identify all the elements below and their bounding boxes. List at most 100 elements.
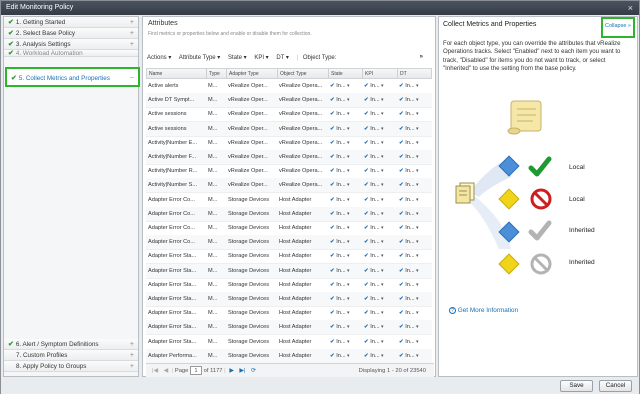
dropdown-arrow-icon[interactable]: ▾ [380, 253, 384, 259]
attribute-type-filter[interactable]: Attribute Type ▾ [179, 55, 221, 61]
dropdown-arrow-icon[interactable]: ▾ [415, 154, 419, 160]
dt-dropdown[interactable]: ✔ In... ▾ [397, 136, 431, 151]
dropdown-arrow-icon[interactable]: ▾ [415, 211, 419, 217]
state-dropdown[interactable]: ✔ In... ▾ [328, 292, 362, 307]
dt-dropdown[interactable]: ✔ In... ▾ [397, 221, 431, 236]
state-dropdown[interactable]: ✔ In... ▾ [328, 207, 362, 222]
table-row[interactable]: Adapter Error Co... M... Storage Devices Ho… [146, 235, 432, 251]
dropdown-arrow-icon[interactable]: ▾ [380, 97, 384, 103]
kpi-dropdown[interactable]: ✔ In... ▾ [362, 150, 396, 165]
dropdown-arrow-icon[interactable]: ▾ [380, 197, 384, 203]
dropdown-arrow-icon[interactable]: ▾ [415, 140, 419, 146]
dropdown-arrow-icon[interactable]: ▾ [380, 182, 384, 188]
collapse-icon[interactable]: − [130, 69, 134, 85]
kpi-dropdown[interactable]: ✔ In... ▾ [362, 93, 396, 108]
kpi-dropdown[interactable]: ✔ In... ▾ [362, 292, 396, 307]
table-row[interactable]: Adapter Error Sta... M... Storage Devices H… [146, 263, 432, 279]
kpi-dropdown[interactable]: ✔ In... ▾ [362, 249, 396, 264]
state-dropdown[interactable]: ✔ In... ▾ [328, 278, 362, 293]
first-page-icon[interactable]: |◀ [152, 368, 158, 374]
table-row[interactable]: Active sessions M... vRealize Oper... vReal… [146, 121, 432, 137]
dropdown-arrow-icon[interactable]: ▾ [346, 339, 350, 345]
kpi-dropdown[interactable]: ✔ In... ▾ [362, 79, 396, 94]
table-row[interactable]: Active sessions M... vRealize Oper... vReal… [146, 107, 432, 123]
kpi-dropdown[interactable]: ✔ In... ▾ [362, 335, 396, 350]
table-row[interactable]: Adapter Error Sta... M... Storage Devices H… [146, 278, 432, 293]
state-dropdown[interactable]: ✔ In... ▾ [328, 79, 362, 94]
expand-icon[interactable]: + [130, 39, 134, 49]
dropdown-arrow-icon[interactable]: ▾ [380, 296, 384, 302]
dropdown-arrow-icon[interactable]: ▾ [380, 140, 384, 146]
expand-icon[interactable]: + [130, 361, 134, 371]
table-row[interactable]: Adapter Error Co... M... Storage Devices Ho… [146, 193, 432, 208]
state-dropdown[interactable]: ✔ In... ▾ [328, 349, 362, 364]
dropdown-arrow-icon[interactable]: ▾ [380, 282, 384, 288]
step-custom-profiles[interactable]: 7. Custom Profiles + [4, 350, 138, 361]
actions-menu[interactable]: Actions ▾ [147, 55, 171, 61]
dropdown-arrow-icon[interactable]: ▾ [415, 253, 419, 259]
dropdown-arrow-icon[interactable]: ▾ [380, 211, 384, 217]
dropdown-arrow-icon[interactable]: ▾ [380, 239, 384, 245]
dt-dropdown[interactable]: ✔ In... ▾ [397, 292, 431, 307]
dropdown-arrow-icon[interactable]: ▾ [415, 168, 419, 174]
close-icon[interactable]: × [628, 1, 633, 15]
expand-icon[interactable]: + [130, 339, 134, 349]
kpi-dropdown[interactable]: ✔ In... ▾ [362, 320, 396, 335]
dropdown-arrow-icon[interactable]: ▾ [415, 296, 419, 302]
kpi-dropdown[interactable]: ✔ In... ▾ [362, 306, 396, 321]
dt-dropdown[interactable]: ✔ In... ▾ [397, 122, 431, 137]
dropdown-arrow-icon[interactable]: ▾ [380, 154, 384, 160]
dropdown-arrow-icon[interactable]: ▾ [415, 83, 419, 89]
dropdown-arrow-icon[interactable]: ▾ [346, 211, 350, 217]
kpi-dropdown[interactable]: ✔ In... ▾ [362, 235, 396, 250]
dropdown-arrow-icon[interactable]: ▾ [415, 310, 419, 316]
get-more-information-link[interactable]: ? Get More Information [449, 307, 518, 314]
dt-dropdown[interactable]: ✔ In... ▾ [397, 93, 431, 108]
dropdown-arrow-icon[interactable]: ▾ [380, 310, 384, 316]
dropdown-arrow-icon[interactable]: ▾ [346, 253, 350, 259]
step-analysis-settings[interactable]: ✔ 3. Analysis Settings + [4, 39, 138, 50]
kpi-dropdown[interactable]: ✔ In... ▾ [362, 122, 396, 137]
dropdown-arrow-icon[interactable]: ▾ [346, 97, 350, 103]
step-getting-started[interactable]: ✔ 1. Getting Started + [4, 17, 138, 28]
dropdown-arrow-icon[interactable]: ▾ [346, 168, 350, 174]
dropdown-arrow-icon[interactable]: ▾ [415, 126, 419, 132]
dt-dropdown[interactable]: ✔ In... ▾ [397, 264, 431, 279]
dt-dropdown[interactable]: ✔ In... ▾ [397, 193, 431, 208]
dropdown-arrow-icon[interactable]: ▾ [346, 310, 350, 316]
dropdown-arrow-icon[interactable]: ▾ [346, 154, 350, 160]
table-row[interactable]: Adapter Error Sta... M... Storage Devices H… [146, 249, 432, 265]
dropdown-arrow-icon[interactable]: ▾ [346, 282, 350, 288]
state-dropdown[interactable]: ✔ In... ▾ [328, 122, 362, 137]
collapse-button[interactable]: Collapse » [601, 17, 635, 38]
dropdown-arrow-icon[interactable]: ▾ [380, 225, 384, 231]
column-header-object-type[interactable]: Object Type [278, 69, 329, 79]
state-dropdown[interactable]: ✔ In... ▾ [328, 264, 362, 279]
step-apply-policy-to-groups[interactable]: 8. Apply Policy to Groups + [4, 361, 138, 372]
dropdown-arrow-icon[interactable]: ▾ [415, 225, 419, 231]
dt-dropdown[interactable]: ✔ In... ▾ [397, 306, 431, 321]
dropdown-arrow-icon[interactable]: ▾ [346, 353, 350, 359]
state-dropdown[interactable]: ✔ In... ▾ [328, 221, 362, 236]
dt-dropdown[interactable]: ✔ In... ▾ [397, 235, 431, 250]
dropdown-arrow-icon[interactable]: ▾ [380, 111, 384, 117]
table-row[interactable]: Adapter Error Sta... M... Storage Devices H… [146, 320, 432, 336]
dropdown-arrow-icon[interactable]: ▾ [415, 282, 419, 288]
dt-dropdown[interactable]: ✔ In... ▾ [397, 79, 431, 94]
kpi-dropdown[interactable]: ✔ In... ▾ [362, 136, 396, 151]
dropdown-arrow-icon[interactable]: ▾ [415, 182, 419, 188]
dropdown-arrow-icon[interactable]: ▾ [415, 239, 419, 245]
refresh-icon[interactable]: ⟳ [251, 368, 256, 374]
table-row[interactable]: Activity|Number S... M... vRealize Oper...… [146, 178, 432, 194]
dt-dropdown[interactable]: ✔ In... ▾ [397, 349, 431, 364]
dt-dropdown[interactable]: ✔ In... ▾ [397, 150, 431, 165]
dropdown-arrow-icon[interactable]: ▾ [380, 324, 384, 330]
dropdown-arrow-icon[interactable]: ▾ [346, 239, 350, 245]
kpi-filter[interactable]: KPI ▾ [254, 55, 268, 61]
table-row[interactable]: Adapter Error Sta... M... Storage Devices H… [146, 292, 432, 307]
dropdown-arrow-icon[interactable]: ▾ [380, 126, 384, 132]
dropdown-arrow-icon[interactable]: ▾ [380, 83, 384, 89]
dropdown-arrow-icon[interactable]: ▾ [415, 324, 419, 330]
state-dropdown[interactable]: ✔ In... ▾ [328, 178, 362, 193]
dropdown-arrow-icon[interactable]: ▾ [380, 268, 384, 274]
